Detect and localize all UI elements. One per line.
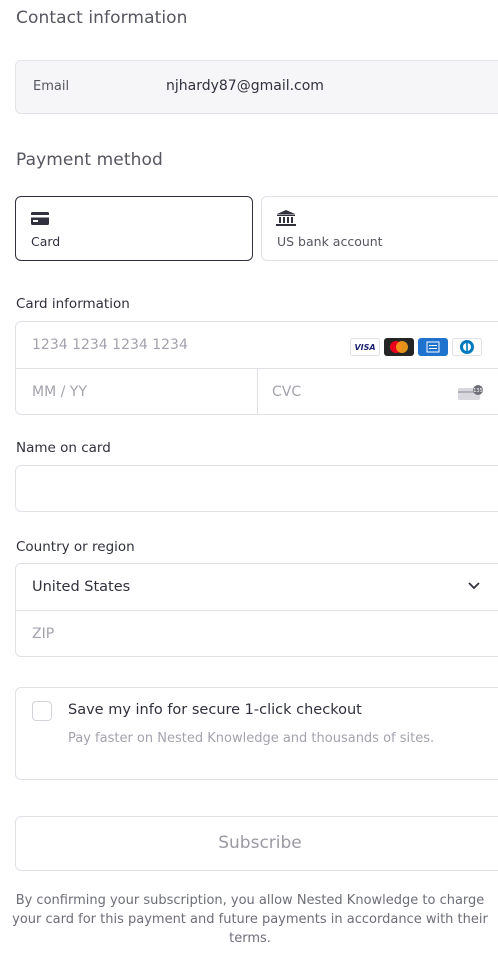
- cvc-placeholder: CVC: [272, 384, 302, 400]
- save-info-title: Save my info for secure 1-click checkout: [68, 702, 362, 718]
- save-info-subtitle: Pay faster on Nested Knowledge and thous…: [68, 731, 435, 746]
- card-brands: VISA: [350, 338, 482, 356]
- card-information-label: Card information: [16, 296, 130, 312]
- payment-method-heading: Payment method: [16, 150, 163, 170]
- email-label: Email: [33, 79, 70, 94]
- diners-club-icon: [452, 338, 482, 356]
- expiry-field[interactable]: [16, 369, 257, 414]
- tab-card-label: Card: [31, 234, 61, 249]
- tab-us-bank-account-label: US bank account: [277, 234, 383, 249]
- country-selected-value: United States: [32, 579, 131, 595]
- email-field[interactable]: Email njhardy87@gmail.com: [15, 60, 498, 114]
- cvc-card-icon: 135: [458, 385, 483, 400]
- card-number-placeholder: 1234 1234 1234 1234: [32, 337, 188, 353]
- zip-placeholder: ZIP: [32, 626, 55, 642]
- cvc-field[interactable]: CVC 135: [258, 369, 498, 414]
- chevron-down-icon: [468, 582, 480, 590]
- visa-icon: VISA: [350, 338, 380, 356]
- card-expiry-cvc-row: MM / YY CVC 135: [16, 368, 498, 414]
- card-number-field[interactable]: 1234 1234 1234 1234 VISA: [16, 322, 498, 368]
- credit-card-icon: [31, 212, 49, 225]
- bank-icon: [276, 210, 296, 226]
- amex-icon: [418, 338, 448, 356]
- svg-text:135: 135: [473, 388, 483, 394]
- name-on-card-label: Name on card: [16, 440, 111, 456]
- tab-card[interactable]: Card: [15, 196, 253, 261]
- country-region-label: Country or region: [16, 539, 135, 555]
- email-value: njhardy87@gmail.com: [166, 78, 324, 94]
- name-on-card-input[interactable]: [15, 465, 498, 512]
- save-info-checkbox[interactable]: [32, 701, 52, 721]
- terms-text: By confirming your subscription, you all…: [12, 893, 488, 946]
- save-info-box: Save my info for secure 1-click checkout…: [15, 687, 498, 780]
- card-information-group: 1234 1234 1234 1234 VISA MM / YY CVC 135: [15, 321, 498, 415]
- mastercard-icon: [384, 338, 414, 356]
- country-select[interactable]: United States: [16, 564, 498, 610]
- subscribe-button[interactable]: Subscribe: [15, 816, 498, 871]
- country-region-group: United States ZIP: [15, 563, 498, 657]
- zip-field[interactable]: ZIP: [16, 610, 498, 656]
- contact-information-heading: Contact information: [16, 8, 188, 28]
- tab-us-bank-account[interactable]: US bank account: [261, 196, 498, 261]
